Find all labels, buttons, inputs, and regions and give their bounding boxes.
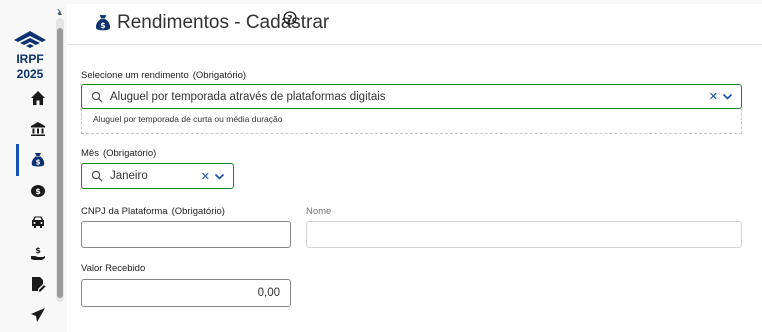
- file-edit-icon: [32, 277, 46, 292]
- rendimento-select-value: Aluguel por temporada através de platafo…: [110, 90, 386, 103]
- help-circle-icon[interactable]: ?: [283, 11, 297, 25]
- nome-label: Nome: [306, 206, 332, 217]
- nome-input: [306, 221, 742, 248]
- sidebar-item-declaracao[interactable]: [16, 268, 56, 300]
- sidebar-scrollbar[interactable]: [56, 18, 64, 302]
- bank-icon: [31, 122, 45, 136]
- svg-text:?: ?: [287, 14, 292, 24]
- chevron-down-icon[interactable]: [722, 91, 733, 102]
- required-tag: (Obrigatório): [171, 206, 225, 217]
- search-icon: [91, 170, 103, 182]
- sidebar-item-bens[interactable]: [16, 206, 56, 238]
- search-icon: [91, 91, 103, 102]
- car-icon: [32, 216, 44, 228]
- money-bag-icon: $: [95, 15, 111, 31]
- cnpj-label: CNPJ da Plataforma (Obrigatório): [81, 206, 225, 217]
- valor-input-value: 0,00: [257, 287, 280, 299]
- coin-icon: $: [31, 185, 45, 197]
- clear-icon[interactable]: ✕: [709, 90, 718, 103]
- hand-money-icon: $: [31, 246, 45, 260]
- money-bag-icon: $: [31, 153, 45, 167]
- sidebar: › IRPF 2025 ▲ $ $ $: [0, 0, 66, 332]
- main-panel: $ Rendimentos - Cadastrar ? Selecione um…: [67, 4, 762, 332]
- rendimento-label: Selecione um rendimento (Obrigatório): [81, 70, 247, 81]
- clear-icon[interactable]: ✕: [201, 170, 210, 183]
- receita-federal-logo-icon: [14, 31, 46, 48]
- mes-select-value: Janeiro: [110, 170, 148, 182]
- irpf-label: IRPF 2025: [6, 52, 54, 82]
- required-tag: (Obrigatório): [192, 70, 247, 81]
- required-tag: (Obrigatório): [102, 148, 157, 159]
- svg-text:$: $: [35, 187, 41, 196]
- valor-input[interactable]: 0,00: [81, 279, 291, 307]
- sidebar-item-pagamentos[interactable]: $: [16, 237, 56, 269]
- title-bar: $ Rendimentos - Cadastrar ?: [67, 4, 762, 45]
- sidebar-item-bank[interactable]: [16, 113, 56, 145]
- mes-select[interactable]: Janeiro ✕: [81, 163, 234, 189]
- mes-label: Mês (Obrigatório): [81, 148, 157, 159]
- svg-text:$: $: [35, 246, 41, 255]
- rendimento-description: Aluguel por temporada de curta ou média …: [81, 108, 742, 134]
- sidebar-item-transmitir[interactable]: [16, 299, 56, 331]
- scrollbar-thumb[interactable]: [57, 28, 63, 298]
- scroll-up-arrow-icon[interactable]: ▲: [56, 10, 64, 18]
- svg-text:$: $: [100, 21, 105, 30]
- sidebar-item-home[interactable]: [16, 82, 56, 114]
- svg-text:$: $: [36, 159, 41, 167]
- year-label: 2025: [16, 67, 44, 81]
- send-icon: [31, 308, 45, 322]
- page-title: Rendimentos - Cadastrar: [117, 12, 330, 33]
- sidebar-item-rendimentos[interactable]: $: [16, 144, 56, 176]
- valor-label: Valor Recebido: [81, 263, 146, 274]
- sidebar-item-dividas[interactable]: $: [16, 175, 56, 207]
- cnpj-input[interactable]: [81, 221, 291, 248]
- rendimento-select[interactable]: Aluguel por temporada através de platafo…: [81, 84, 742, 109]
- chevron-down-icon[interactable]: [214, 171, 225, 182]
- home-icon: [31, 91, 45, 105]
